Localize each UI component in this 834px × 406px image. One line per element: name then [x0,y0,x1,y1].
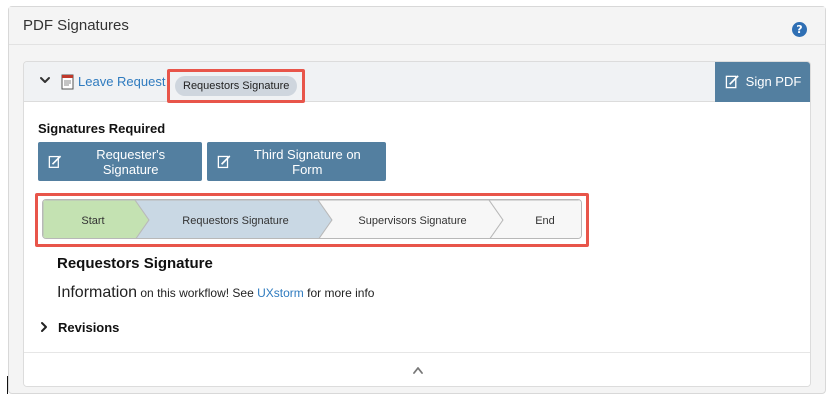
status-badge: Requestors Signature [175,76,298,96]
third-signature-button[interactable]: Third Signature on Form [207,142,386,181]
leave-request-link[interactable]: Leave Request [78,74,165,89]
sign-edit-icon [217,155,231,169]
step-title: Requestors Signature [57,255,213,272]
sign-edit-icon [48,155,62,168]
chevron-down-icon[interactable] [38,73,52,87]
info-end-text: for more info [303,286,375,300]
workflow-step-label-2: Supervisors Signature [358,215,466,227]
sign-pdf-button[interactable]: Sign PDF [715,62,810,102]
third-signature-label: Third Signature on Form [253,146,361,177]
workflow-step-label-0: Start [81,215,104,227]
chevron-up-icon[interactable] [412,365,424,375]
panel-title: PDF Signatures [23,17,129,34]
workflow-step-label-1: Requestors Signature [182,215,288,227]
pdf-signatures-panel: PDF Signatures ? Leave Request Requestor… [8,6,826,394]
chevron-right-icon [41,322,47,332]
revisions-label: Revisions [58,319,120,335]
info-heading: Information [57,284,138,301]
uxstorm-link[interactable]: UXstorm [257,286,304,300]
text-cursor [7,376,8,394]
panel-header: PDF Signatures ? [9,7,825,45]
requesters-signature-button[interactable]: Requester's Signature [38,142,202,181]
requesters-signature-label: Requester's Signature [96,146,166,177]
workflow-steps: Start Requestors Signature Supervisors Sig… [43,200,581,238]
pdf-document-icon [61,74,74,90]
document-card-header: Leave Request Requestors Signature Sign … [24,62,810,103]
sign-edit-icon [725,75,739,89]
document-card: Leave Request Requestors Signature Sign … [23,61,811,387]
signatures-required-heading: Signatures Required [38,121,166,136]
workflow-progress: Start Requestors Signature Supervisors Sig… [42,199,582,239]
info-middle-text: on this workflow! See [137,286,258,300]
card-footer [24,352,810,386]
question-icon[interactable]: ? [792,22,807,37]
revisions-toggle[interactable]: Revisions [38,319,119,335]
workflow-step-label-3: End [535,215,555,227]
sign-pdf-label: Sign PDF [745,74,802,89]
info-text: Information on this workflow! See UXstor… [57,284,374,302]
